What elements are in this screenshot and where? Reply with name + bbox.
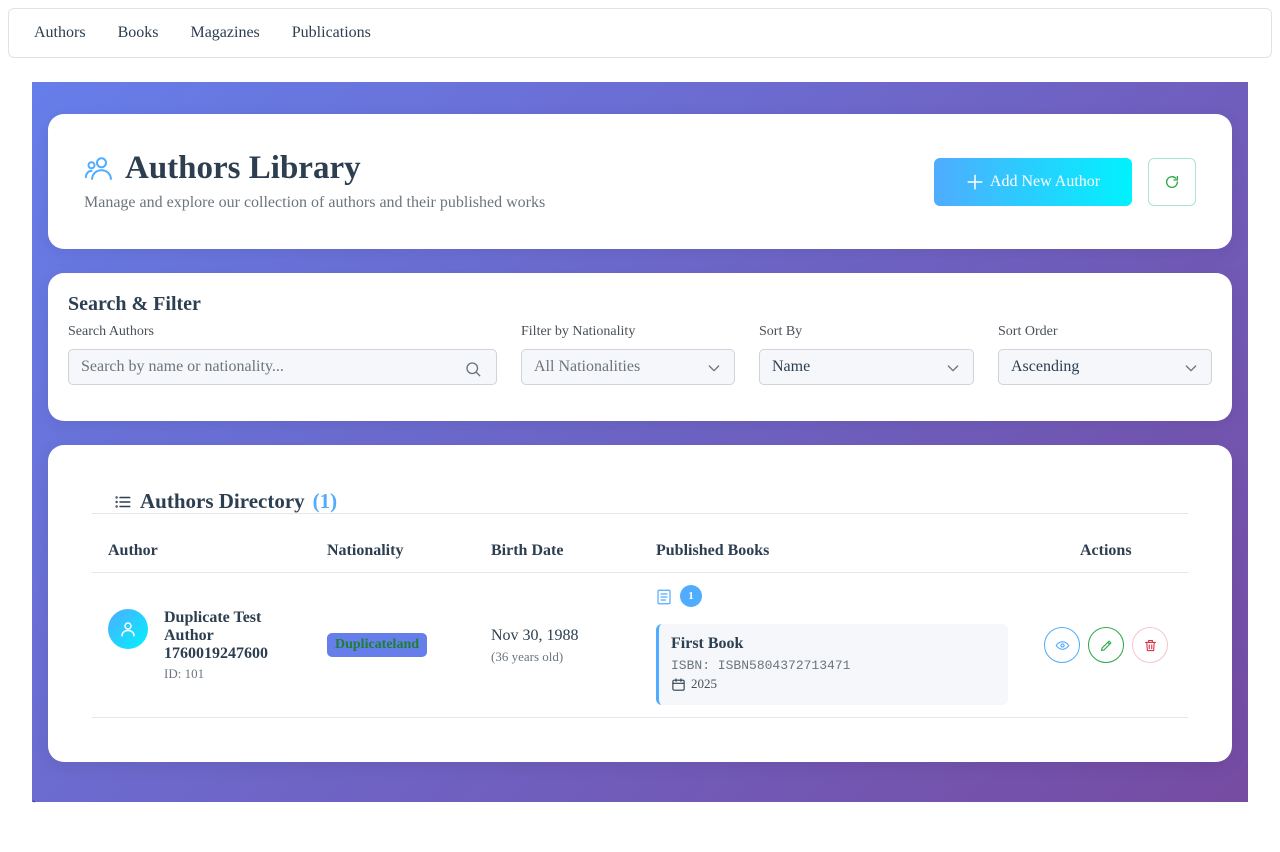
users-icon bbox=[84, 156, 112, 180]
nav-publications[interactable]: Publications bbox=[292, 24, 371, 42]
header-divider bbox=[92, 572, 1188, 573]
trash-icon bbox=[1144, 639, 1156, 651]
search-filter-card: Search & Filter Search Authors Filter by… bbox=[48, 273, 1232, 421]
author-id: ID: 101 bbox=[164, 666, 205, 681]
avatar bbox=[108, 609, 148, 649]
search-label: Search Authors bbox=[68, 324, 154, 339]
refresh-icon bbox=[1166, 176, 1178, 188]
row-divider bbox=[92, 717, 1188, 718]
birth-date: Nov 30, 1988 bbox=[491, 627, 579, 644]
nav-magazines[interactable]: Magazines bbox=[190, 24, 259, 42]
plus-icon bbox=[967, 174, 983, 190]
sortby-select[interactable]: Name bbox=[759, 349, 974, 385]
chevron-down-icon bbox=[708, 365, 720, 372]
column-header-actions: Actions bbox=[1080, 542, 1132, 559]
column-header-birth-date[interactable]: Birth Date bbox=[491, 542, 563, 560]
sortorder-value: Ascending bbox=[1011, 358, 1080, 375]
author-name: Duplicate Test Author 1760019247600 bbox=[164, 609, 268, 662]
directory-count: (1) bbox=[312, 489, 338, 513]
search-icon bbox=[466, 362, 481, 377]
stray-character: ` bbox=[32, 798, 36, 812]
sortorder-label: Sort Order bbox=[998, 324, 1058, 339]
book-year: 2025 bbox=[691, 676, 717, 691]
author-age: (36 years old) bbox=[491, 649, 564, 664]
user-icon bbox=[121, 622, 135, 637]
view-author-button[interactable] bbox=[1044, 627, 1080, 663]
search-input[interactable] bbox=[81, 358, 451, 376]
list-icon bbox=[115, 495, 131, 508]
nav-books[interactable]: Books bbox=[118, 24, 159, 42]
nationality-select[interactable]: All Nationalities bbox=[521, 349, 735, 385]
divider bbox=[92, 513, 1188, 514]
title-row: Authors Library bbox=[84, 150, 361, 187]
sortby-value: Name bbox=[772, 358, 811, 375]
pencil-icon bbox=[1100, 640, 1111, 651]
delete-author-button[interactable] bbox=[1132, 627, 1168, 663]
add-author-button[interactable]: Add New Author bbox=[934, 158, 1132, 206]
calendar-icon bbox=[672, 677, 685, 691]
directory-title: Authors Directory bbox=[140, 489, 305, 513]
page-title: Authors Library bbox=[125, 150, 361, 186]
nationality-label: Filter by Nationality bbox=[521, 324, 636, 339]
nationality-value: All Nationalities bbox=[534, 358, 641, 375]
sortorder-select[interactable]: Ascending bbox=[998, 349, 1212, 385]
search-field bbox=[68, 349, 497, 385]
page-subtitle: Manage and explore our collection of aut… bbox=[84, 194, 546, 211]
column-header-published-books[interactable]: Published Books bbox=[656, 542, 769, 560]
book-icon bbox=[657, 589, 671, 605]
authors-directory-card: Authors Directory (1) Author Nationality… bbox=[48, 445, 1232, 762]
sortby-label: Sort By bbox=[759, 324, 803, 339]
nav-authors[interactable]: Authors bbox=[34, 24, 86, 42]
column-header-author[interactable]: Author bbox=[108, 542, 158, 560]
filter-title: Search & Filter bbox=[68, 293, 201, 315]
edit-author-button[interactable] bbox=[1088, 627, 1124, 663]
nationality-badge: Duplicateland bbox=[327, 633, 428, 657]
book-title: First Book bbox=[671, 635, 744, 652]
book-isbn: ISBN: ISBN5804372713471 bbox=[671, 658, 851, 673]
eye-icon bbox=[1055, 640, 1069, 650]
top-navigation: Authors Books Magazines Publications bbox=[8, 8, 1272, 58]
chevron-down-icon bbox=[1185, 365, 1197, 372]
header-card: Authors Library Manage and explore our c… bbox=[48, 114, 1232, 249]
book-count-badge: 1 bbox=[680, 585, 702, 607]
add-author-label: Add New Author bbox=[989, 173, 1101, 190]
directory-title-row: Authors Directory (1) bbox=[114, 489, 337, 514]
book-card[interactable]: First Book ISBN: ISBN5804372713471 2025 bbox=[656, 624, 1008, 705]
chevron-down-icon bbox=[947, 365, 959, 372]
book-year-row: 2025 bbox=[671, 676, 717, 692]
column-header-nationality[interactable]: Nationality bbox=[327, 542, 403, 560]
refresh-button[interactable] bbox=[1148, 158, 1196, 206]
